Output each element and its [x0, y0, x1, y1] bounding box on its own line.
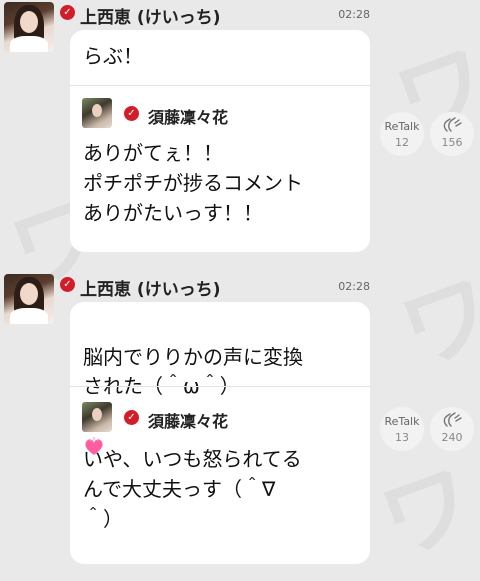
reply-text: ありがてぇ！！ ポチポチが捗るコメント ありがたいっす！！ [83, 141, 303, 225]
clap-button[interactable]: 240 [430, 407, 474, 451]
retalk-label: ReTalk [384, 415, 420, 428]
message-bubble: らぶ！ ✓ 須藤凜々花 ありがてぇ！！ ポチポチが捗るコメント ありがたいっす！… [70, 30, 370, 252]
retalk-button[interactable]: ReTalk 13 [380, 407, 424, 451]
message-bubble: 脳内でりりかの声に変換 された（＾ω＾） ✓ 須藤凜々花 いや、いつも怒られてる… [70, 302, 370, 564]
post-time: 02:28 [338, 280, 370, 293]
reply-text: いや、いつも怒られてる んで大丈夫っす（＾∇ ＾） [83, 447, 302, 531]
verified-check-icon: ✓ [124, 410, 139, 425]
background-watermark: ワ [387, 258, 480, 388]
reply-avatar[interactable] [82, 402, 112, 432]
clap-hands-icon [430, 412, 474, 431]
clap-count: 156 [441, 136, 463, 149]
clap-count: 240 [441, 431, 463, 444]
retalk-label: ReTalk [384, 120, 420, 133]
divider [70, 85, 370, 86]
clap-button[interactable]: 156 [430, 112, 474, 156]
author-name[interactable]: 上西恵 (けいっち) [80, 275, 220, 300]
retalk-button[interactable]: ReTalk 12 [380, 112, 424, 156]
avatar[interactable] [4, 274, 54, 324]
verified-check-icon: ✓ [60, 5, 75, 20]
verified-check-icon: ✓ [60, 277, 75, 292]
reply-author-name[interactable]: 須藤凜々花 [148, 104, 228, 128]
message-text: らぶ！ [83, 44, 143, 68]
reply-avatar[interactable] [82, 98, 112, 128]
clap-hands-icon [430, 117, 474, 136]
retalk-count: 13 [395, 431, 409, 444]
post-time: 02:28 [338, 8, 370, 21]
reply-author-name[interactable]: 須藤凜々花 [148, 408, 228, 432]
retalk-count: 12 [395, 136, 409, 149]
divider [70, 386, 370, 387]
background-watermark: ワ [367, 448, 480, 578]
author-name[interactable]: 上西恵 (けいっち) [80, 3, 220, 28]
avatar[interactable] [4, 2, 54, 52]
verified-check-icon: ✓ [124, 106, 139, 121]
